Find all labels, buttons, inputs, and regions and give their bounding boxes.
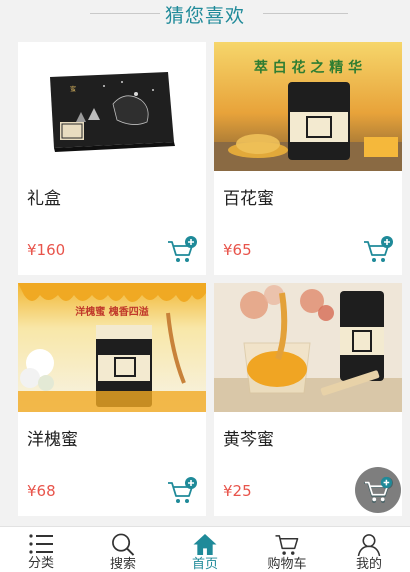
product-image-acacia-honey[interactable]: 洋槐蜜 槐香四溢 — [18, 283, 206, 412]
product-price: ¥160 — [27, 241, 66, 259]
home-icon — [193, 533, 217, 556]
product-image-scutellaria-honey[interactable] — [214, 283, 402, 412]
product-price: ¥68 — [27, 482, 56, 500]
product-name[interactable]: 百花蜜 — [223, 184, 274, 209]
product-price: ¥65 — [223, 241, 252, 259]
tab-home[interactable]: 首页 — [164, 527, 246, 572]
product-name[interactable]: 礼盒 — [27, 184, 61, 209]
search-icon — [112, 533, 135, 556]
product-card[interactable]: 萃 白 花 之 精 华 百花蜜 ¥65 — [214, 42, 402, 275]
user-icon — [357, 534, 381, 556]
section-title: 猜您喜欢 — [164, 4, 245, 27]
product-name[interactable]: 洋槐蜜 — [27, 425, 78, 450]
banner-text: 萃 白 花 之 精 华 — [254, 59, 362, 76]
tab-label: 购物车 — [267, 557, 307, 572]
banner-text: 洋槐蜜 槐香四溢 — [75, 305, 148, 318]
product-name[interactable]: 黄芩蜜 — [223, 425, 274, 450]
add-to-cart-icon[interactable] — [166, 235, 198, 265]
page: 猜您喜欢 蜜 礼盒 ¥160 萃 白 花 之 精 华 百花蜜 ¥65 洋槐蜜 槐… — [0, 0, 410, 572]
divider-left — [90, 13, 160, 14]
tab-profile[interactable]: 我的 — [328, 527, 410, 572]
list-icon — [29, 534, 53, 554]
floating-cart-button[interactable] — [355, 467, 401, 513]
divider-right — [263, 13, 348, 14]
product-image-gift-box[interactable]: 蜜 — [18, 42, 206, 171]
bottom-tab-bar: 分类 搜索 首页 购物车 我的 — [0, 526, 410, 572]
product-card[interactable]: 洋槐蜜 槐香四溢 洋槐蜜 ¥68 — [18, 283, 206, 516]
product-image-wildflower-honey[interactable]: 萃 白 花 之 精 华 — [214, 42, 402, 171]
tab-cart[interactable]: 购物车 — [246, 527, 328, 572]
tab-label: 搜索 — [109, 557, 136, 572]
tab-label: 我的 — [355, 557, 382, 572]
cart-icon — [364, 476, 392, 502]
tab-category[interactable]: 分类 — [0, 527, 82, 572]
tab-search[interactable]: 搜索 — [82, 527, 164, 572]
cart-icon — [275, 535, 299, 555]
product-price: ¥25 — [223, 482, 252, 500]
add-to-cart-icon[interactable] — [166, 476, 198, 506]
product-card[interactable]: 蜜 礼盒 ¥160 — [18, 42, 206, 275]
add-to-cart-icon[interactable] — [362, 235, 394, 265]
tab-label: 首页 — [191, 557, 218, 572]
section-header: 猜您喜欢 — [0, 0, 410, 28]
tab-label: 分类 — [27, 556, 54, 571]
svg-text:蜜: 蜜 — [70, 85, 76, 93]
